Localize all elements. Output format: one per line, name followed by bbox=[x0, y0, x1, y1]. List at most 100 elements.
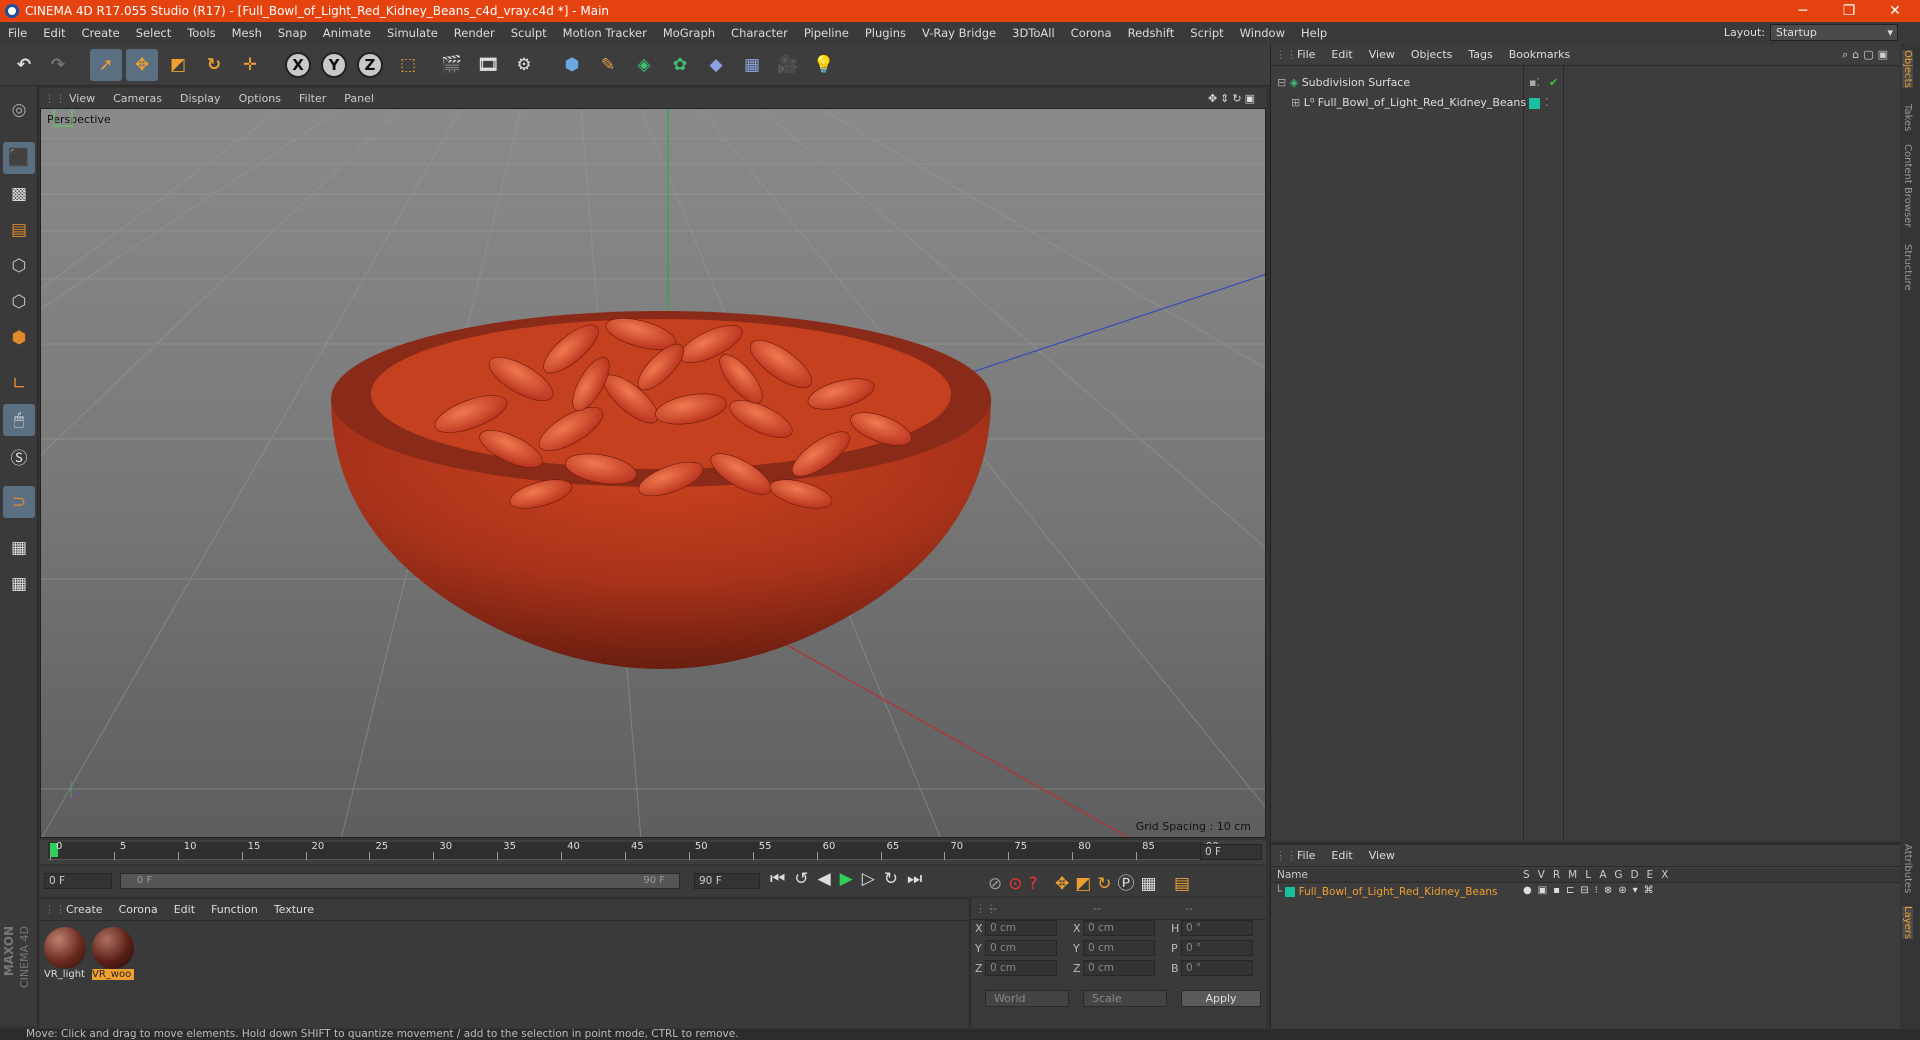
y-axis-lock-button[interactable]: Y bbox=[318, 49, 350, 81]
timeline-window-icon[interactable]: ▤ bbox=[1174, 874, 1196, 894]
end-frame-field[interactable]: 90 F bbox=[694, 873, 760, 889]
menu-plugins[interactable]: Plugins bbox=[857, 26, 914, 40]
layer-menu-edit[interactable]: Edit bbox=[1323, 849, 1360, 862]
viewport-menu-panel[interactable]: Panel bbox=[335, 92, 383, 105]
render-view-icon[interactable]: 🎬 bbox=[436, 49, 468, 81]
visibility-dots-icon[interactable]: ▪⁚ bbox=[1529, 76, 1540, 89]
material-menu-edit[interactable]: Edit bbox=[166, 903, 203, 916]
model-mode-icon[interactable]: ⬛ bbox=[3, 142, 35, 174]
menu-render[interactable]: Render bbox=[446, 26, 503, 40]
tab-takes[interactable]: Takes bbox=[1902, 104, 1913, 131]
object-menu-view[interactable]: View bbox=[1361, 48, 1403, 61]
polygons-mode-icon[interactable]: ⬢ bbox=[3, 322, 35, 354]
rotation-h-field[interactable]: 0 ° bbox=[1181, 920, 1253, 936]
magnet-icon[interactable]: ⊃ bbox=[3, 486, 35, 518]
viewport-menu-cameras[interactable]: Cameras bbox=[104, 92, 171, 105]
menu-corona[interactable]: Corona bbox=[1063, 26, 1120, 40]
menu-help[interactable]: Help bbox=[1293, 26, 1335, 40]
spline-pen-icon[interactable]: ✎ bbox=[592, 49, 624, 81]
tab-content-browser[interactable]: Content Browser bbox=[1902, 144, 1913, 227]
deformer-icon[interactable]: ◆ bbox=[700, 49, 732, 81]
light-icon[interactable]: 💡 bbox=[808, 49, 840, 81]
z-axis-lock-button[interactable]: Z bbox=[354, 49, 386, 81]
object-menu-objects[interactable]: Objects bbox=[1403, 48, 1461, 61]
redo-icon[interactable]: ↷ bbox=[42, 49, 74, 81]
viewport-menu-display[interactable]: Display bbox=[171, 92, 230, 105]
key-scale-icon[interactable]: ◩ bbox=[1075, 874, 1097, 894]
menu-snap[interactable]: Snap bbox=[270, 26, 315, 40]
drag-handle-icon[interactable]: ⋮⋮ bbox=[40, 92, 66, 105]
texture-mode-icon[interactable]: ▩ bbox=[3, 178, 35, 210]
autokey-icon[interactable]: ? bbox=[1029, 874, 1044, 894]
timeline-ruler[interactable]: 051015202530354045505560657075808590 0 F bbox=[40, 840, 1266, 864]
object-menu-bookmarks[interactable]: Bookmarks bbox=[1501, 48, 1578, 61]
go-to-end-icon[interactable]: ⏭ bbox=[907, 869, 931, 889]
menu-create[interactable]: Create bbox=[74, 26, 128, 40]
object-menu-tags[interactable]: Tags bbox=[1460, 48, 1500, 61]
layer-flag-icons[interactable]: ●▣▪⊏⊟⁝⊗⊛▾⌘ bbox=[1523, 885, 1660, 896]
menu-file[interactable]: File bbox=[0, 26, 35, 40]
coord-mode-select[interactable]: World bbox=[985, 990, 1069, 1007]
menu-pipeline[interactable]: Pipeline bbox=[796, 26, 857, 40]
start-frame-field[interactable]: 0 F bbox=[44, 873, 112, 889]
layout-select[interactable]: Startup ▾ bbox=[1770, 24, 1898, 41]
loop-icon[interactable]: ↻ bbox=[884, 869, 907, 889]
cloner-icon[interactable]: ✿ bbox=[664, 49, 696, 81]
drag-handle-icon[interactable]: ⋮⋮ bbox=[40, 903, 66, 916]
undo-icon[interactable]: ↶ bbox=[8, 49, 40, 81]
position-y-field[interactable]: 0 cm bbox=[985, 940, 1057, 956]
drag-handle-icon[interactable]: ⋮⋮ bbox=[1271, 48, 1297, 61]
render-settings-icon[interactable]: ⚙ bbox=[508, 49, 540, 81]
coordinate-system-icon[interactable]: ⬚ bbox=[392, 49, 424, 81]
live-selection-icon[interactable]: ➚ bbox=[90, 49, 122, 81]
cube-object-icon[interactable]: ⬢ bbox=[556, 49, 588, 81]
menu-edit[interactable]: Edit bbox=[35, 26, 73, 40]
workplane-icon[interactable]: ▤ bbox=[3, 214, 35, 246]
menu-sculpt[interactable]: Sculpt bbox=[503, 26, 555, 40]
key-pla-icon[interactable]: ▦ bbox=[1141, 874, 1163, 894]
apply-button[interactable]: Apply bbox=[1181, 990, 1261, 1007]
snap-icon[interactable]: Ⓢ bbox=[3, 440, 35, 472]
material-swatch-vr-light[interactable]: VR_light bbox=[44, 927, 86, 981]
render-picture-viewer-icon[interactable]: 🎞 bbox=[472, 49, 504, 81]
collapse-icon[interactable]: ⊟ bbox=[1277, 76, 1286, 89]
minimize-button[interactable]: ─ bbox=[1780, 0, 1826, 22]
viewport-menu-view[interactable]: View bbox=[60, 92, 104, 105]
x-axis-lock-button[interactable]: X bbox=[282, 49, 314, 81]
subdivision-surface-icon[interactable]: ◈ bbox=[628, 49, 660, 81]
menu-character[interactable]: Character bbox=[723, 26, 796, 40]
menu-motion-tracker[interactable]: Motion Tracker bbox=[555, 26, 655, 40]
viewport-menu-options[interactable]: Options bbox=[230, 92, 290, 105]
position-z-field[interactable]: 0 cm bbox=[985, 960, 1057, 976]
menu-window[interactable]: Window bbox=[1232, 26, 1293, 40]
menu-3dtoall[interactable]: 3DToAll bbox=[1004, 26, 1063, 40]
tab-structure[interactable]: Structure bbox=[1902, 244, 1913, 291]
edges-mode-icon[interactable]: ⬡ bbox=[3, 286, 35, 318]
layer-menu-file[interactable]: File bbox=[1289, 849, 1323, 862]
play-icon[interactable]: ▶ bbox=[840, 869, 862, 889]
play-backward-icon[interactable]: ◀ bbox=[818, 869, 840, 889]
material-menu-texture[interactable]: Texture bbox=[266, 903, 322, 916]
position-x-field[interactable]: 0 cm bbox=[985, 920, 1057, 936]
rotate-tool-icon[interactable]: ↻ bbox=[198, 49, 230, 81]
close-button[interactable]: ✕ bbox=[1872, 0, 1918, 22]
layer-color-swatch[interactable] bbox=[1529, 98, 1540, 109]
floor-icon[interactable]: ▦ bbox=[736, 49, 768, 81]
current-frame-field[interactable]: 0 F bbox=[1200, 844, 1262, 860]
menu-animate[interactable]: Animate bbox=[315, 26, 379, 40]
drag-handle-icon[interactable]: ⋮⋮ bbox=[971, 902, 997, 915]
lock-workplane-icon[interactable]: ▦ bbox=[3, 532, 35, 564]
move-tool-icon[interactable]: ✥ bbox=[126, 49, 158, 81]
material-menu-function[interactable]: Function bbox=[203, 903, 266, 916]
step-forward-icon[interactable]: ▷ bbox=[862, 869, 884, 889]
camera-icon[interactable]: 🎥 bbox=[772, 49, 804, 81]
layer-row[interactable]: └ Full_Bowl_of_Light_Red_Kidney_Beans ●▣… bbox=[1275, 885, 1895, 901]
scale-tool-icon[interactable]: ◩ bbox=[162, 49, 194, 81]
object-menu-edit[interactable]: Edit bbox=[1323, 48, 1360, 61]
menu-simulate[interactable]: Simulate bbox=[379, 26, 446, 40]
tab-objects[interactable]: Objects bbox=[1902, 50, 1913, 88]
tweak-mode-icon[interactable]: 🖱 bbox=[3, 404, 35, 436]
object-row-bowl[interactable]: ⊞ L⁰ Full_Bowl_of_Light_Red_Kidney_Beans… bbox=[1291, 96, 1891, 112]
transform-tool-icon[interactable]: ✛ bbox=[234, 49, 266, 81]
key-position-icon[interactable]: ✥ bbox=[1055, 874, 1075, 894]
